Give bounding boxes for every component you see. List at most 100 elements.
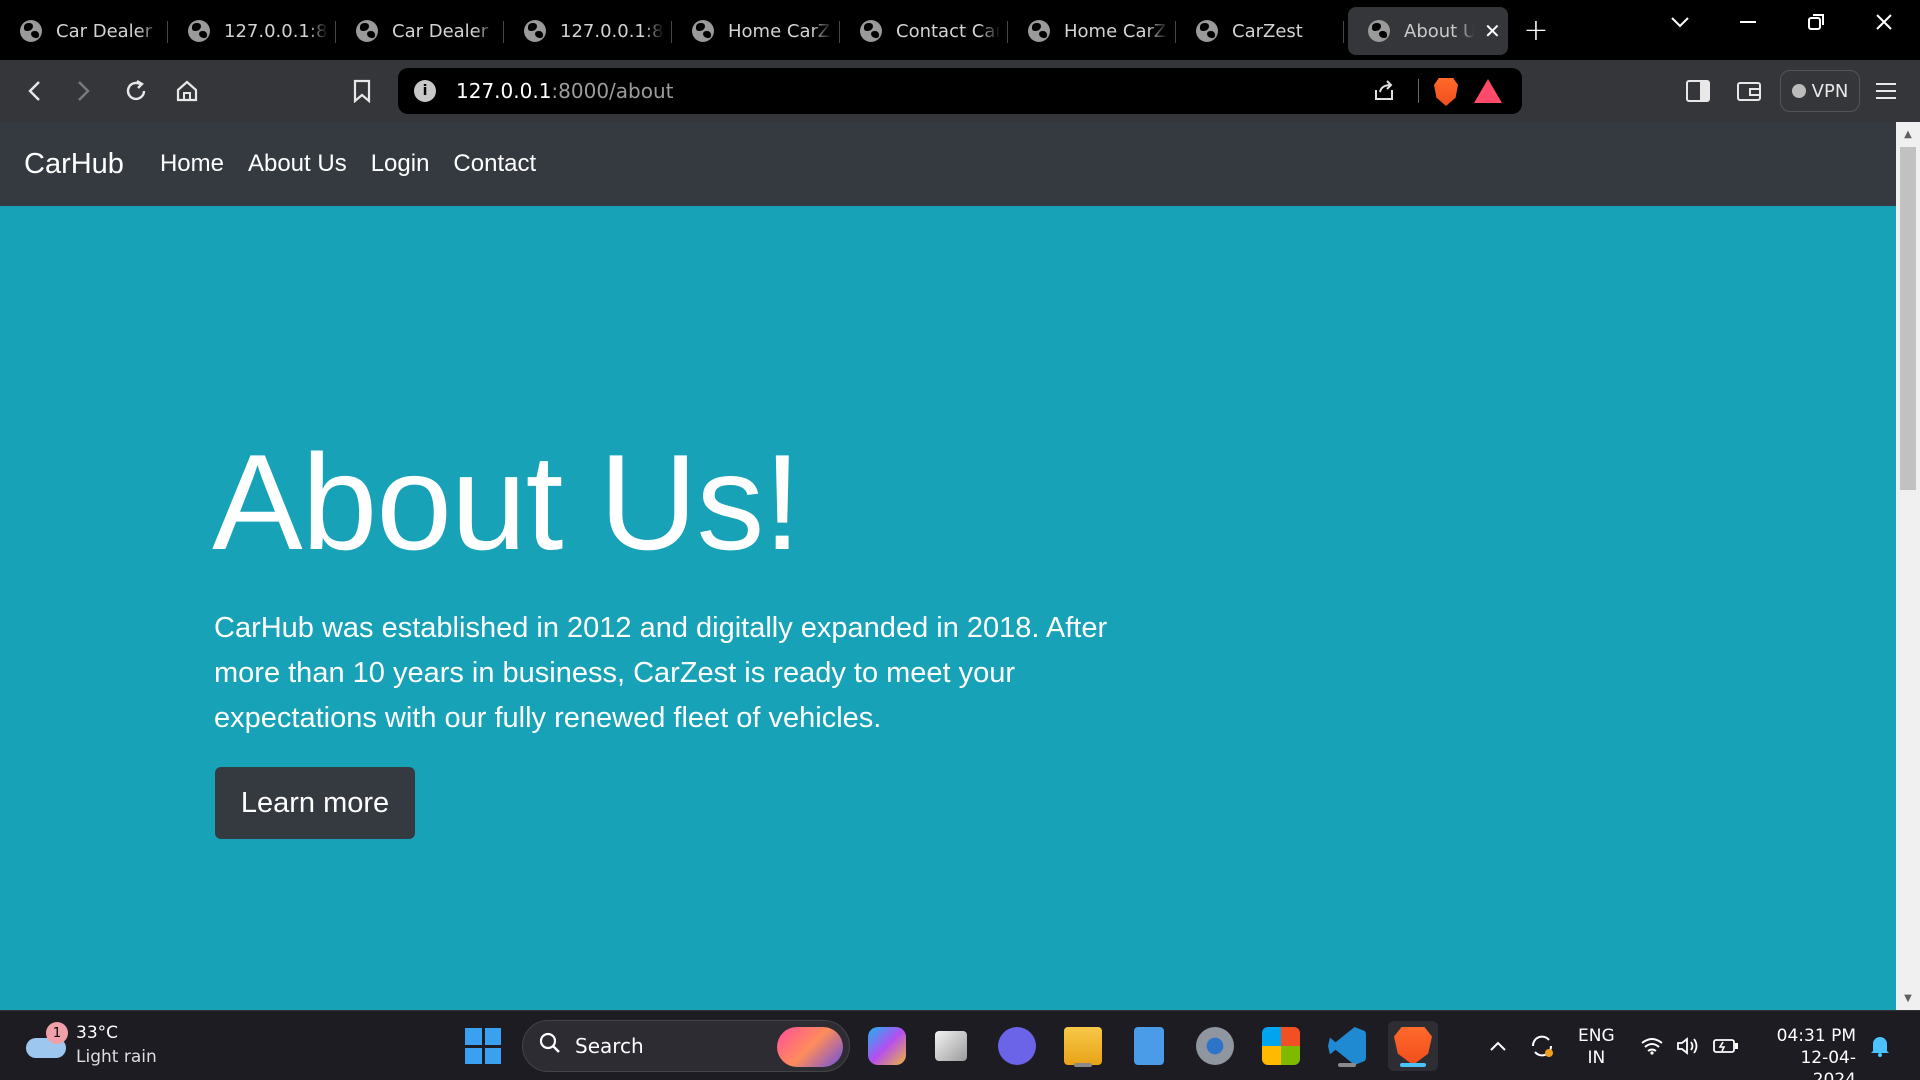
vpn-button[interactable]: VPN bbox=[1780, 70, 1860, 112]
nav-link-contact[interactable]: Contact bbox=[453, 150, 536, 178]
notepad-app[interactable] bbox=[1124, 1021, 1174, 1071]
tab-title: 127.0.0.1:8000 bbox=[224, 20, 328, 42]
wallet-icon[interactable] bbox=[1729, 60, 1769, 122]
volume-icon[interactable] bbox=[1668, 1011, 1708, 1080]
tab-title: About Us bbox=[1404, 20, 1474, 42]
globe-icon bbox=[20, 20, 42, 42]
browser-tab[interactable]: Contact CarZ bbox=[840, 7, 1008, 55]
close-tab-icon[interactable]: ✕ bbox=[1484, 19, 1501, 43]
scrollbar-thumb[interactable] bbox=[1900, 147, 1916, 490]
store-app[interactable] bbox=[1256, 1021, 1306, 1071]
language-code: ENG bbox=[1578, 1026, 1615, 1046]
gear-icon bbox=[1196, 1027, 1234, 1065]
home-icon[interactable] bbox=[167, 60, 207, 122]
screen: Car Dealer Lo 127.0.0.1:8000 Car Dealer … bbox=[0, 0, 1920, 1080]
globe-icon bbox=[356, 20, 378, 42]
page-scrollbar[interactable]: ▲ ▼ bbox=[1896, 122, 1920, 1010]
globe-icon bbox=[524, 20, 546, 42]
address-bar[interactable]: i 127.0.0.1:8000/about bbox=[398, 68, 1522, 114]
nav-link-about[interactable]: About Us bbox=[248, 150, 347, 178]
nav-link-login[interactable]: Login bbox=[371, 150, 430, 178]
clock-time: 04:31 PM bbox=[1776, 1026, 1856, 1046]
meet-icon bbox=[998, 1027, 1036, 1065]
teams-app[interactable] bbox=[992, 1021, 1042, 1071]
file-explorer-app[interactable] bbox=[1058, 1021, 1108, 1071]
share-icon[interactable] bbox=[1372, 78, 1396, 108]
rain-cloud-icon: 1 bbox=[26, 1022, 68, 1060]
task-view-icon bbox=[935, 1031, 967, 1061]
browser-tab[interactable]: CarZest bbox=[1176, 7, 1344, 55]
globe-icon bbox=[1368, 20, 1390, 42]
forward-icon[interactable] bbox=[64, 60, 104, 122]
browser-tab[interactable]: Home CarZest bbox=[672, 7, 840, 55]
browser-tab[interactable]: Home CarZest bbox=[1008, 7, 1176, 55]
new-tab-button[interactable]: + bbox=[1514, 8, 1558, 52]
tab-search-chevron-icon[interactable] bbox=[1658, 0, 1702, 44]
minimize-icon[interactable] bbox=[1726, 0, 1770, 44]
task-view-app[interactable] bbox=[926, 1021, 976, 1071]
page-viewport: CarHub Home About Us Login Contact About… bbox=[0, 122, 1920, 1010]
scroll-down-icon[interactable]: ▼ bbox=[1896, 986, 1920, 1010]
copilot-icon bbox=[868, 1027, 906, 1065]
tab-title: Car Dealer Lo bbox=[56, 20, 160, 42]
windows-logo-icon bbox=[465, 1028, 501, 1064]
bookmark-icon[interactable] bbox=[342, 60, 382, 122]
browser-toolbar: i 127.0.0.1:8000/about VPN bbox=[0, 60, 1920, 122]
browser-tab[interactable]: 127.0.0.1:8000 bbox=[168, 7, 336, 55]
site-brand[interactable]: CarHub bbox=[24, 148, 124, 181]
brave-icon bbox=[1394, 1027, 1432, 1065]
address-url[interactable]: 127.0.0.1:8000/about bbox=[456, 79, 674, 103]
globe-icon bbox=[860, 20, 882, 42]
restore-icon[interactable] bbox=[1794, 0, 1838, 44]
search-highlight-icon bbox=[777, 1027, 843, 1067]
weather-condition: Light rain bbox=[76, 1047, 157, 1067]
wifi-icon[interactable] bbox=[1632, 1011, 1672, 1080]
hero-title: About Us! bbox=[212, 426, 801, 578]
store-icon bbox=[1262, 1027, 1300, 1065]
back-icon[interactable] bbox=[14, 60, 54, 122]
vscode-icon bbox=[1328, 1027, 1366, 1065]
show-hidden-icons-chevron-icon[interactable] bbox=[1478, 1011, 1518, 1080]
vpn-status-icon bbox=[1791, 84, 1806, 98]
learn-more-button[interactable]: Learn more bbox=[215, 767, 415, 839]
nav-link-home[interactable]: Home bbox=[160, 150, 224, 178]
notification-bell-icon[interactable] bbox=[1862, 1011, 1898, 1080]
sync-icon[interactable] bbox=[1522, 1011, 1562, 1080]
tab-title: Car Dealer Si bbox=[392, 20, 496, 42]
system-clock[interactable]: 04:31 PM 12-04-2024 bbox=[1760, 1025, 1856, 1080]
sidebar-toggle-icon[interactable] bbox=[1678, 60, 1718, 122]
globe-icon bbox=[188, 20, 210, 42]
taskbar-search[interactable]: Search bbox=[522, 1020, 850, 1072]
running-indicator bbox=[1074, 1063, 1092, 1067]
browser-tab[interactable]: 127.0.0.1:8000 bbox=[504, 7, 672, 55]
hero-description: CarHub was established in 2012 and digit… bbox=[214, 612, 1108, 734]
browser-tab[interactable]: Car Dealer Lo bbox=[0, 7, 168, 55]
notification-badge: 1 bbox=[46, 1022, 68, 1044]
site-info-icon[interactable]: i bbox=[414, 80, 436, 102]
close-window-icon[interactable] bbox=[1862, 0, 1906, 44]
clock-date: 12-04-2024 bbox=[1800, 1048, 1856, 1080]
language-indicator[interactable]: ENG IN bbox=[1578, 1025, 1615, 1069]
scroll-up-icon[interactable]: ▲ bbox=[1896, 122, 1920, 146]
vpn-label: VPN bbox=[1811, 80, 1849, 102]
start-button[interactable] bbox=[458, 1021, 508, 1071]
tab-strip: Car Dealer Lo 127.0.0.1:8000 Car Dealer … bbox=[0, 0, 1920, 60]
brave-app[interactable] bbox=[1388, 1021, 1438, 1071]
browser-tab[interactable]: Car Dealer Si bbox=[336, 7, 504, 55]
url-path: :8000/about bbox=[551, 79, 674, 103]
weather-widget[interactable]: 1 33°C Light rain bbox=[26, 1021, 157, 1069]
notepad-icon bbox=[1134, 1027, 1164, 1065]
browser-tab-active[interactable]: About Us ✕ bbox=[1348, 7, 1508, 55]
brave-rewards-icon[interactable] bbox=[1474, 79, 1502, 103]
tab-title: Home CarZest bbox=[728, 20, 832, 42]
search-label: Search bbox=[575, 1034, 644, 1058]
battery-icon[interactable] bbox=[1706, 1011, 1746, 1080]
menu-icon[interactable] bbox=[1866, 60, 1906, 122]
settings-app[interactable] bbox=[1190, 1021, 1240, 1071]
copilot-app[interactable] bbox=[862, 1021, 912, 1071]
vscode-app[interactable] bbox=[1322, 1021, 1372, 1071]
region-code: IN bbox=[1587, 1048, 1606, 1068]
brave-shields-icon[interactable] bbox=[1434, 78, 1458, 106]
reload-icon[interactable] bbox=[116, 60, 156, 122]
globe-icon bbox=[1028, 20, 1050, 42]
